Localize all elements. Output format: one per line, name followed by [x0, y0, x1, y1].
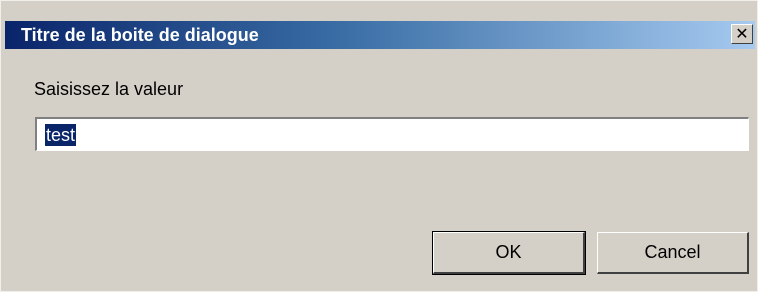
- input-value-text: test: [45, 124, 77, 146]
- ok-button[interactable]: OK: [432, 231, 586, 275]
- cancel-button[interactable]: Cancel: [597, 232, 749, 274]
- dialog-title: Titre de la boite de dialogue: [21, 25, 259, 45]
- close-button[interactable]: ✕: [731, 24, 753, 44]
- prompt-label: Saisissez la valeur: [34, 79, 184, 99]
- dialog-titlebar[interactable]: Titre de la boite de dialogue ✕: [5, 21, 755, 49]
- value-input[interactable]: test: [35, 117, 749, 151]
- close-icon: ✕: [735, 24, 749, 43]
- input-dialog: Titre de la boite de dialogue ✕ Saisisse…: [0, 0, 758, 292]
